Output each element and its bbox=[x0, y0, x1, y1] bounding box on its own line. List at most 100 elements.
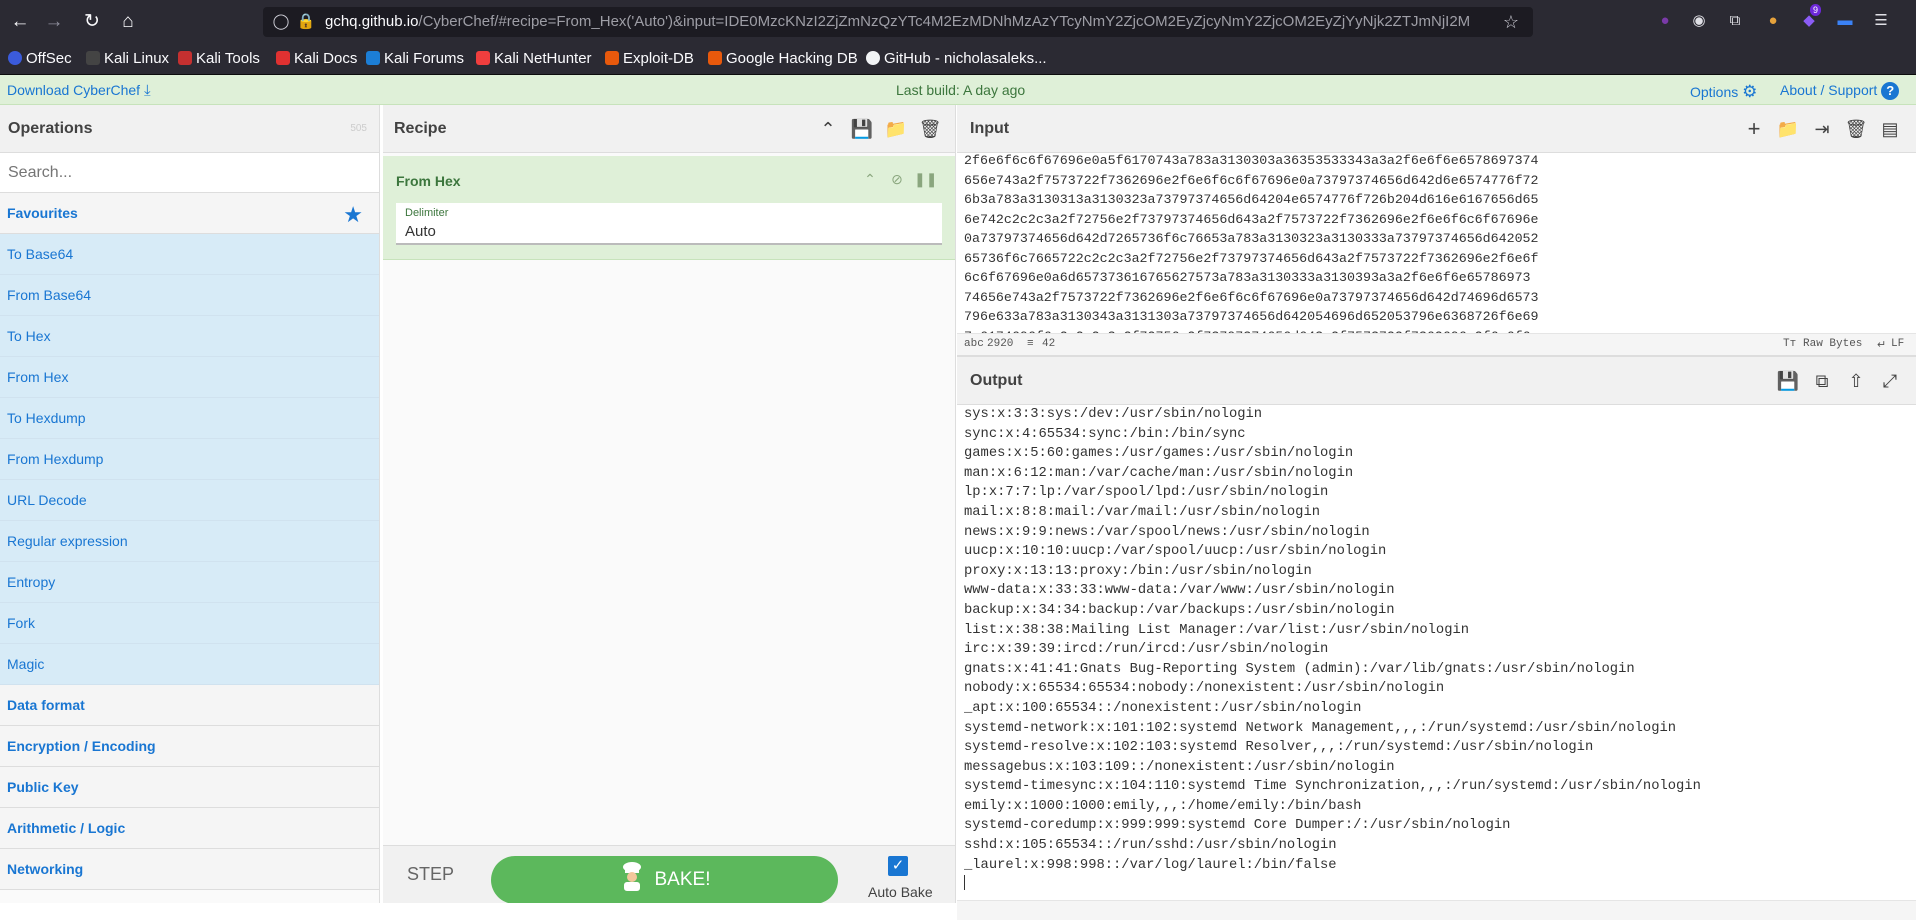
url-text[interactable]: gchq.github.io/CyberChef/#recipe=From_He… bbox=[325, 13, 1475, 30]
op-to-base64[interactable]: To Base64 bbox=[0, 234, 379, 275]
bookmark-google-hacking-db[interactable]: Google Hacking DB bbox=[708, 50, 858, 70]
op-url-decode[interactable]: URL Decode bbox=[0, 480, 379, 521]
op-entropy[interactable]: Entropy bbox=[0, 562, 379, 603]
clear-input-trash-icon[interactable]: 🗑 bbox=[1843, 116, 1869, 142]
op-regular-expression[interactable]: Regular expression bbox=[0, 521, 379, 562]
op-label: From Hex bbox=[7, 369, 69, 385]
open-file-icon[interactable]: ⇥ bbox=[1809, 116, 1835, 142]
op-magic[interactable]: Magic bbox=[0, 644, 379, 685]
lock-icon[interactable]: 🔒 bbox=[296, 11, 316, 33]
input-encoding[interactable]: Raw Bytes bbox=[1803, 338, 1862, 350]
bookmark-star-icon[interactable]: ☆ bbox=[1501, 11, 1521, 33]
bookmark-label: Kali Forums bbox=[384, 50, 465, 67]
kali-forums-icon bbox=[366, 51, 380, 65]
flag-icon[interactable]: ▬ bbox=[1834, 10, 1856, 32]
chevron-up-icon[interactable]: ⌃ bbox=[815, 116, 841, 142]
op-label: URL Decode bbox=[7, 492, 87, 508]
url-bar[interactable]: ◯ 🔒 gchq.github.io/CyberChef/#recipe=Fro… bbox=[263, 7, 1533, 37]
operations-search-input[interactable] bbox=[0, 153, 379, 193]
bookmark-kali-forums[interactable]: Kali Forums bbox=[366, 50, 464, 70]
input-textarea[interactable]: 2f6e6f6c6f67696e0a5f6170743a783a3130303a… bbox=[964, 151, 1904, 333]
extension-badge-icon[interactable]: ◆ 9 bbox=[1798, 4, 1822, 32]
output-textarea[interactable]: sys:x:3:3:sys:/dev:/usr/sbin/nologin sync… bbox=[964, 405, 1904, 900]
lines-icon: ≡ bbox=[1027, 338, 1034, 350]
operations-panel: Operations 505 Favourites ★ To Base64 Fr… bbox=[0, 105, 380, 903]
download-cyberchef-link[interactable]: Download CyberChef ⤓ bbox=[7, 82, 151, 99]
input-line: 6b3a783a3130313a3130323a73797374656d6420… bbox=[964, 192, 1539, 207]
category-favourites[interactable]: Favourites ★ bbox=[0, 193, 379, 234]
category-arithmetic-logic[interactable]: Arithmetic / Logic bbox=[0, 808, 379, 849]
download-label: Download CyberChef bbox=[7, 82, 141, 98]
op-from-hexdump[interactable]: From Hexdump bbox=[0, 439, 379, 480]
bake-button[interactable]: BAKE! bbox=[491, 856, 838, 903]
output-line: systemd-network:x:101:102:systemd Networ… bbox=[964, 720, 1677, 736]
cookie-icon[interactable]: ● bbox=[1762, 10, 1784, 32]
reload-icon[interactable]: ↻ bbox=[80, 10, 104, 34]
op-from-hex[interactable]: From Hex bbox=[0, 357, 379, 398]
extensions-puzzle-icon[interactable]: ⧉ bbox=[1724, 10, 1746, 32]
save-output-icon[interactable]: 💾 bbox=[1775, 368, 1801, 394]
save-recipe-icon[interactable]: 💾 bbox=[849, 116, 875, 142]
input-line: 0a73797374656d642d7265736f6c76653a783a31… bbox=[964, 231, 1539, 246]
operations-count: 505 bbox=[350, 123, 367, 134]
auto-bake-checkbox[interactable]: ✓ bbox=[888, 856, 908, 876]
op-label: To Hexdump bbox=[7, 410, 86, 426]
copy-output-icon[interactable]: ⧉ bbox=[1809, 368, 1835, 394]
account-icon[interactable]: ◉ bbox=[1688, 10, 1710, 32]
bookmark-kali-tools[interactable]: Kali Tools bbox=[178, 50, 260, 70]
charset-icon: Tт bbox=[1783, 338, 1797, 350]
bookmark-label: GitHub - nicholasaleks... bbox=[884, 50, 1047, 67]
bookmark-kali-docs[interactable]: Kali Docs bbox=[276, 50, 357, 70]
category-public-key[interactable]: Public Key bbox=[0, 767, 379, 808]
forward-arrow-icon[interactable]: → bbox=[42, 10, 66, 34]
step-button[interactable]: STEP bbox=[407, 864, 454, 885]
shield-icon[interactable]: ◯ bbox=[271, 11, 291, 33]
bookmark-kali-linux[interactable]: Kali Linux bbox=[86, 50, 169, 70]
delimiter-value[interactable]: Auto bbox=[405, 223, 436, 240]
bookmark-offsec[interactable]: OffSec bbox=[8, 50, 72, 70]
category-data-format[interactable]: Data format bbox=[0, 685, 379, 726]
url-host: gchq.github.io bbox=[325, 13, 419, 30]
options-link[interactable]: Options ⚙ bbox=[1690, 82, 1757, 102]
category-encryption-encoding[interactable]: Encryption / Encoding bbox=[0, 726, 379, 767]
back-arrow-icon[interactable]: ← bbox=[8, 10, 32, 34]
load-recipe-folder-icon[interactable]: 📁 bbox=[883, 116, 909, 142]
op-to-hex[interactable]: To Hex bbox=[0, 316, 379, 357]
recipe-panel: Recipe ⌃ 💾 📁 🗑 From Hex ⌃ ⊘ ❚❚ Delimiter… bbox=[383, 105, 956, 903]
delimiter-field[interactable]: Delimiter Auto bbox=[396, 203, 942, 245]
extension-icon[interactable]: ● bbox=[1654, 10, 1676, 32]
text-cursor bbox=[964, 875, 965, 891]
add-tab-plus-icon[interactable]: + bbox=[1741, 116, 1767, 142]
reset-layout-icon[interactable]: ▤ bbox=[1877, 116, 1903, 142]
op-fork[interactable]: Fork bbox=[0, 603, 379, 644]
input-eol[interactable]: LF bbox=[1891, 338, 1904, 350]
recipe-operation-from-hex[interactable]: From Hex ⌃ ⊘ ❚❚ Delimiter Auto bbox=[383, 156, 955, 260]
clear-recipe-trash-icon[interactable]: 🗑 bbox=[917, 116, 943, 142]
bookmark-github[interactable]: GitHub - nicholasaleks... bbox=[866, 50, 1047, 70]
input-line: 6c6f67696e0a6d657373616765627573a783a313… bbox=[964, 270, 1531, 285]
category-networking[interactable]: Networking bbox=[0, 849, 379, 890]
replace-input-icon[interactable]: ⇧ bbox=[1843, 368, 1869, 394]
about-support-link[interactable]: About / Support ? bbox=[1780, 82, 1900, 100]
download-icon: ⤓ bbox=[143, 82, 151, 99]
open-folder-icon[interactable]: 📁 bbox=[1775, 116, 1801, 142]
star-icon[interactable]: ★ bbox=[343, 202, 363, 228]
nethunter-icon bbox=[476, 51, 490, 65]
maximise-icon[interactable]: ⤢ bbox=[1877, 368, 1903, 394]
category-label: Encryption / Encoding bbox=[7, 738, 156, 754]
collapse-chevron-icon[interactable]: ⌃ bbox=[859, 168, 881, 190]
output-line: messagebus:x:103:109::/nonexistent:/usr/… bbox=[964, 759, 1395, 775]
op-to-hexdump[interactable]: To Hexdump bbox=[0, 398, 379, 439]
op-from-base64[interactable]: From Base64 bbox=[0, 275, 379, 316]
bookmark-exploit-db[interactable]: Exploit-DB bbox=[605, 50, 694, 70]
output-line: uucp:x:10:10:uucp:/var/spool/uucp:/usr/s… bbox=[964, 544, 1387, 560]
menu-icon[interactable]: ☰ bbox=[1870, 10, 1892, 32]
bookmark-kali-nethunter[interactable]: Kali NetHunter bbox=[476, 50, 592, 70]
output-line: proxy:x:13:13:proxy:/bin:/usr/sbin/nolog… bbox=[964, 563, 1312, 579]
operations-title: Operations bbox=[8, 120, 93, 137]
op-label: From Base64 bbox=[7, 287, 92, 303]
disable-operation-icon[interactable]: ⊘ bbox=[886, 168, 908, 190]
breakpoint-pause-icon[interactable]: ❚❚ bbox=[914, 168, 937, 190]
bake-bar: STEP BAKE! ✓ Auto Bake bbox=[383, 845, 955, 903]
home-icon[interactable]: ⌂ bbox=[116, 10, 140, 34]
